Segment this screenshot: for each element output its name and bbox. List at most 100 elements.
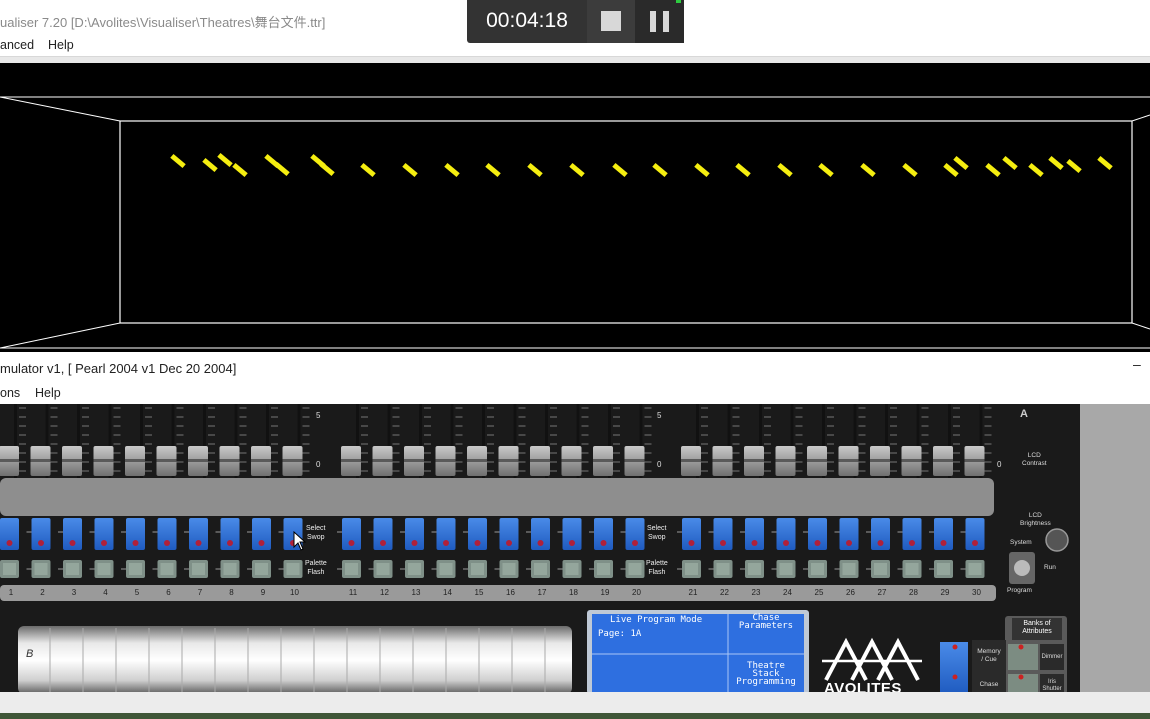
fader-number: 21	[688, 588, 698, 597]
select-swop-label-2: Select Swop	[647, 525, 667, 541]
select-led	[814, 540, 821, 546]
iris-shutter-label: Iris Shutter	[1042, 679, 1062, 692]
select-led	[6, 540, 13, 546]
palette-flash-label: Palette Flash	[305, 560, 327, 576]
select-led	[751, 540, 758, 546]
menu-help[interactable]: Help	[48, 38, 74, 52]
lcd-brightness-knob	[1045, 528, 1069, 552]
wheel-encoder	[18, 626, 572, 694]
stage-left-bottom-edge	[0, 322, 121, 349]
scale-label-0b: 0	[657, 460, 662, 469]
select-led	[195, 540, 202, 546]
avolites-logo	[822, 637, 922, 681]
fixture-light	[860, 162, 876, 178]
simulator-menubar: ons Help	[0, 382, 1150, 402]
fixture-light	[319, 161, 335, 177]
scale-label-0c: 0	[997, 460, 1002, 469]
fixture-light	[1066, 158, 1082, 174]
select-led	[783, 540, 789, 546]
select-led	[348, 540, 355, 546]
fixture-light	[569, 162, 585, 178]
select-led	[411, 540, 418, 546]
fader-number: 2	[40, 588, 45, 597]
select-led	[101, 540, 107, 546]
stop-recording-button[interactable]	[587, 0, 635, 43]
fixture-light	[652, 162, 668, 178]
fixture-light	[818, 162, 834, 178]
select-swop-label: Select Swop	[306, 525, 326, 541]
fixture-light	[170, 153, 186, 169]
select-led	[164, 540, 170, 546]
select-led	[132, 540, 139, 546]
fader-label-strip	[0, 478, 994, 516]
select-led	[506, 540, 512, 546]
minimize-button[interactable]: –	[1133, 356, 1141, 372]
select-led	[600, 540, 607, 546]
lcd-chase-parameters[interactable]: Chase Parameters	[730, 614, 802, 631]
fader-number: 16	[506, 588, 515, 597]
select-led	[940, 540, 947, 546]
simulator-title: mulator v1, [ Pearl 2004 v1 Dec 20 2004]	[0, 361, 237, 376]
menu-help[interactable]: Help	[35, 386, 61, 400]
fixture-group	[170, 152, 1113, 178]
desktop-strip	[0, 692, 1150, 719]
select-led	[909, 540, 915, 546]
menu-advanced[interactable]: anced	[0, 38, 34, 52]
fixture-light	[485, 162, 501, 178]
fader-number: 28	[909, 588, 918, 597]
console-graphic	[0, 404, 1069, 694]
fader-number: 17	[537, 588, 547, 597]
simulator-window: mulator v1, [ Pearl 2004 v1 Dec 20 2004]…	[0, 352, 1150, 694]
fader-number: 26	[846, 588, 855, 597]
select-led	[227, 540, 233, 546]
scale-label-a: A	[1020, 408, 1028, 420]
run-label: Run	[1044, 564, 1056, 571]
fixture-light	[612, 162, 628, 178]
fader-number: 1	[8, 588, 14, 597]
fader-number: 14	[443, 588, 452, 597]
stop-icon	[601, 11, 621, 31]
memory-cue-label: Memory / Cue	[977, 648, 1001, 663]
fixture-light	[1097, 155, 1113, 171]
fixture-light	[402, 162, 418, 178]
fader-number: 8	[229, 588, 234, 597]
fixture-light	[902, 162, 918, 178]
select-led	[720, 540, 726, 546]
fixture-light	[777, 162, 793, 178]
memory-chase-buttons	[940, 642, 968, 694]
fader-number: 23	[751, 588, 761, 597]
fader-number: 25	[814, 588, 824, 597]
lcd-theatre-stack[interactable]: Theatre Stack Programming	[730, 662, 802, 687]
fader-number: 13	[411, 588, 421, 597]
stage-right-top-edge	[1131, 114, 1150, 122]
fader-number: 10	[290, 588, 299, 597]
select-led	[380, 540, 386, 546]
fixture-light	[735, 162, 751, 178]
fixture-light	[444, 162, 460, 178]
visualiser-title: ualiser 7.20 [D:\Avolites\Visualiser\The…	[0, 15, 326, 30]
fader-number: 27	[877, 588, 887, 597]
fader-number: 4	[103, 588, 108, 597]
fixture-light	[274, 161, 290, 177]
scale-label-5b: 5	[657, 411, 662, 420]
fixture-light	[694, 162, 710, 178]
fixture-light	[985, 162, 1001, 178]
menu-options[interactable]: ons	[0, 386, 20, 400]
fixture-light	[232, 162, 248, 178]
fader-number: 5	[134, 588, 140, 597]
fixture-light	[1028, 162, 1044, 178]
pause-recording-button[interactable]	[635, 0, 684, 43]
fixture-light	[1048, 155, 1064, 171]
fader-number: 12	[380, 588, 389, 597]
fixture-light	[1002, 155, 1018, 171]
fader-number: 24	[783, 588, 792, 597]
fader-number: 20	[632, 588, 641, 597]
fixture-light	[953, 155, 969, 171]
fixture-light	[527, 162, 543, 178]
visualiser-window: ualiser 7.20 [D:\Avolites\Visualiser\The…	[0, 0, 1150, 352]
pearl-console-panel: 5 5 0 0 0 A Select Swop Select Swop Palett…	[0, 404, 1080, 694]
stage-3d-view[interactable]	[0, 63, 1150, 352]
wheel-letter-b: B	[26, 648, 34, 660]
fader-number: 7	[197, 588, 203, 597]
select-led	[632, 540, 638, 546]
